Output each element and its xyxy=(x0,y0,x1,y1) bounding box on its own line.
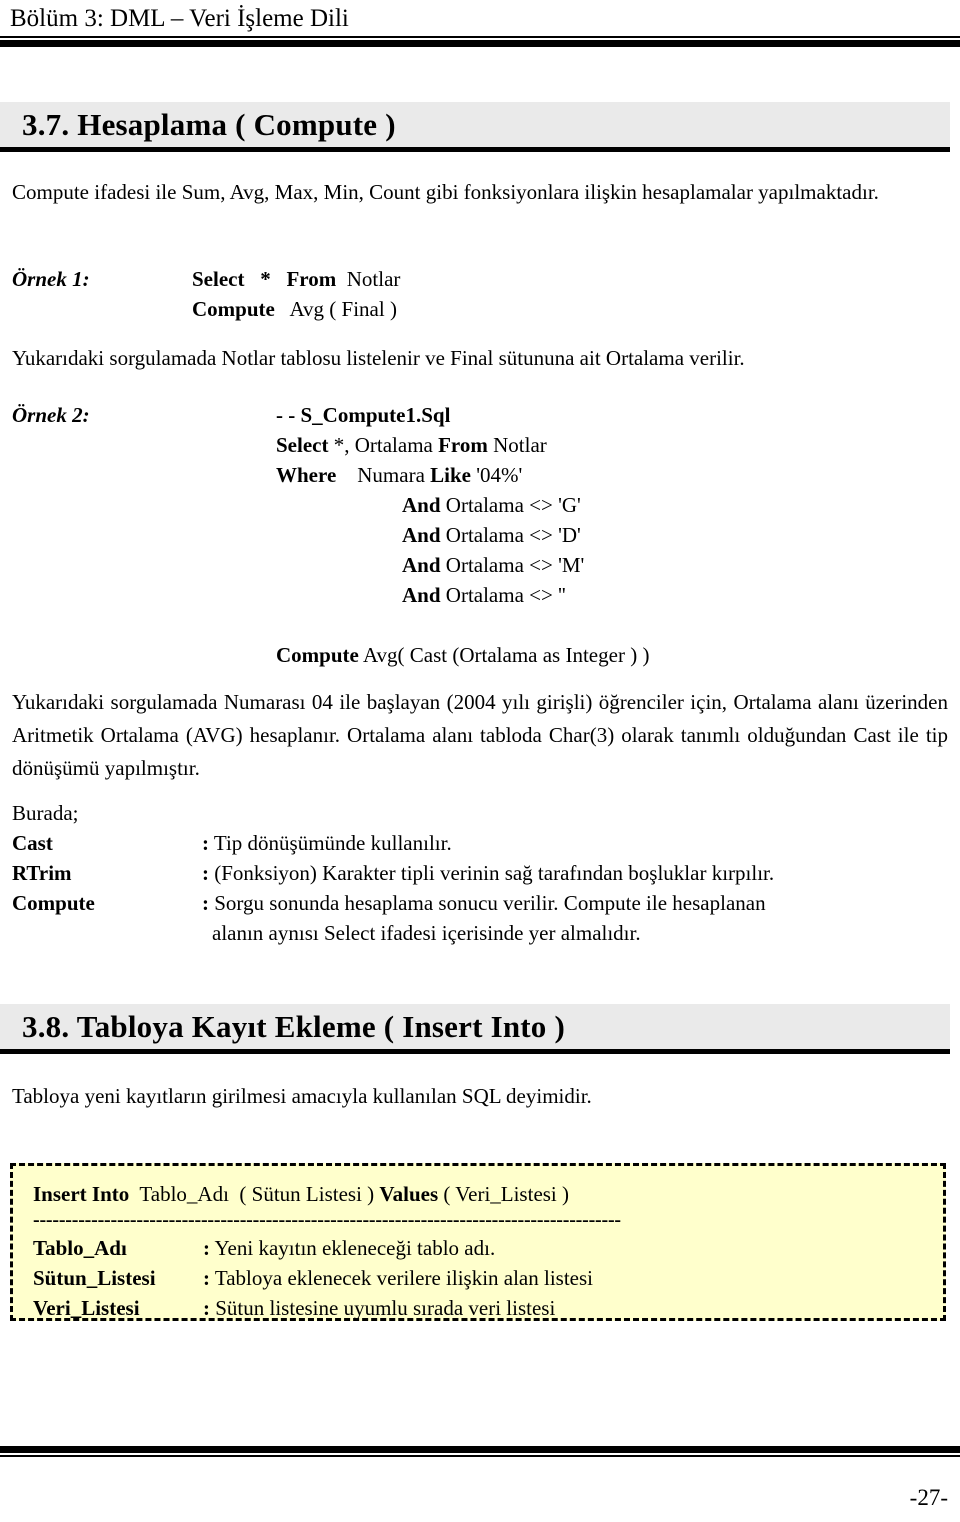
example2-and-line-1: And Ortalama <> 'G' xyxy=(402,490,581,520)
glossary-term-compute: Compute xyxy=(12,891,95,915)
glossary-colon: : xyxy=(202,831,209,855)
example2-and-line-4: And Ortalama <> '' xyxy=(402,580,566,610)
syntax-insert-into-keyword: Insert Into xyxy=(33,1182,130,1206)
syntax-row-tablo-adi: Tablo_Adı: Yeni kayıtın ekleneceği tablo… xyxy=(33,1234,495,1262)
example2-explanation: Yukarıdaki sorgulamada Numarası 04 ile b… xyxy=(12,690,948,780)
example2-where-field: Numara xyxy=(357,463,425,487)
insert-syntax-box: Insert Into Tablo_Adı ( Sütun Listesi ) … xyxy=(10,1163,946,1321)
document-page: Bölüm 3: DML – Veri İşleme Dili 3.7. Hes… xyxy=(0,0,960,1522)
example2-and-expression: Ortalama <> 'D' xyxy=(445,523,581,547)
example1-star: * xyxy=(260,267,271,291)
example1-compute-expression: Avg ( Final ) xyxy=(289,297,397,321)
syntax-values-keyword: Values xyxy=(379,1182,439,1206)
syntax-divider: ----------------------------------------… xyxy=(33,1212,621,1228)
example2-from-table: Notlar xyxy=(493,433,547,457)
example2-and-keyword: And xyxy=(402,583,441,607)
syntax-colon: : xyxy=(203,1236,210,1260)
glossary-row-compute: Compute : Sorgu sonunda hesaplama sonucu… xyxy=(12,888,948,1008)
section-heading-3-8: 3.8. Tabloya Kayıt Ekleme ( Insert Into … xyxy=(0,1004,950,1054)
section-heading-3-7-text: 3.7. Hesaplama ( Compute ) xyxy=(22,107,396,142)
example2-select-keyword: Select xyxy=(276,433,329,457)
example2-like-pattern: '04%' xyxy=(476,463,523,487)
page-header: Bölüm 3: DML – Veri İşleme Dili xyxy=(0,0,960,56)
header-rule-thick xyxy=(0,40,960,47)
page-footer: -27- xyxy=(0,1446,960,1522)
example1-table-name: Notlar xyxy=(346,267,401,291)
example2-and-keyword: And xyxy=(402,553,441,577)
example2-and-expression: Ortalama <> 'M' xyxy=(445,553,585,577)
glossary-colon: : xyxy=(202,891,209,915)
glossary-term-rtrim: RTrim xyxy=(12,861,72,885)
glossary-desc-text: (Fonksiyon) Karakter tipli verinin sağ t… xyxy=(214,861,775,885)
syntax-table-name: Tablo_Adı xyxy=(139,1182,229,1206)
syntax-desc-veri-listesi: Sütun listesine uyumlu sırada veri liste… xyxy=(215,1296,556,1320)
glossary-intro: Burada; xyxy=(12,801,79,825)
example2-like-keyword: Like xyxy=(430,463,471,487)
glossary-desc-rtrim: : (Fonksiyon) Karakter tipli verinin sağ… xyxy=(202,858,774,888)
syntax-term-veri-listesi: Veri_Listesi xyxy=(33,1296,140,1320)
syntax-colon: : xyxy=(203,1266,210,1290)
example2-label: Örnek 2: xyxy=(12,403,90,427)
glossary-desc-compute-line2: alanın aynısı Select ifadesi içerisinde … xyxy=(212,921,641,945)
syntax-desc-tablo-adi: Yeni kayıtın ekleneceği tablo adı. xyxy=(214,1236,496,1260)
example2-compute-keyword: Compute xyxy=(276,643,359,667)
insert-intro-paragraph: Tabloya yeni kayıtların girilmesi amacıy… xyxy=(12,1084,592,1108)
footer-rule xyxy=(0,1446,960,1457)
example2-select-columns: *, Ortalama xyxy=(333,433,433,457)
example2-and-line-3: And Ortalama <> 'M' xyxy=(402,550,584,580)
example2-and-expression: Ortalama <> 'G' xyxy=(445,493,581,517)
example1-label: Örnek 1: xyxy=(12,267,90,291)
example2-where-keyword: Where xyxy=(276,463,337,487)
syntax-value-list: ( Veri_Listesi ) xyxy=(443,1182,570,1206)
glossary-desc-cast: : Tip dönüşümünde kullanılır. xyxy=(202,828,452,858)
footer-rule-thick xyxy=(0,1446,960,1453)
example1-from-keyword: From xyxy=(286,267,337,291)
syntax-column-list: ( Sütun Listesi ) xyxy=(239,1182,375,1206)
example2-and-line-2: And Ortalama <> 'D' xyxy=(402,520,581,550)
section-heading-3-7: 3.7. Hesaplama ( Compute ) xyxy=(0,102,950,152)
example1-compute-keyword: Compute xyxy=(192,297,275,321)
example1-line2: Compute Avg ( Final ) xyxy=(192,294,397,324)
syntax-term-sutun-listesi: Sütun_Listesi xyxy=(33,1266,156,1290)
compute-intro-paragraph: Compute ifadesi ile Sum, Avg, Max, Min, … xyxy=(12,180,879,204)
section-heading-3-8-text: 3.8. Tabloya Kayıt Ekleme ( Insert Into … xyxy=(22,1009,565,1044)
syntax-colon: : xyxy=(203,1296,210,1320)
glossary-colon: : xyxy=(202,861,209,885)
example2-comment-line: - - S_Compute1.Sql xyxy=(276,400,450,430)
example2-and-keyword: And xyxy=(402,523,441,547)
example2-compute-expression: Avg( Cast (Ortalama as Integer ) ) xyxy=(362,643,650,667)
example2-where-line: Where Numara Like '04%' xyxy=(276,460,522,490)
example2-select-line: Select *, Ortalama From Notlar xyxy=(276,430,547,460)
glossary-term-cast: Cast xyxy=(12,831,53,855)
example2-and-expression: Ortalama <> '' xyxy=(445,583,566,607)
page-number: -27- xyxy=(909,1485,948,1510)
header-rule xyxy=(0,36,960,47)
syntax-signature-line: Insert Into Tablo_Adı ( Sütun Listesi ) … xyxy=(33,1180,569,1208)
example2-compute-line: Compute Avg( Cast (Ortalama as Integer )… xyxy=(276,640,649,670)
example1-select-keyword: Select xyxy=(192,267,245,291)
syntax-term-tablo-adi: Tablo_Adı xyxy=(33,1236,127,1260)
glossary-desc-compute: : Sorgu sonunda hesaplama sonucu verilir… xyxy=(202,888,766,918)
example1-explanation: Yukarıdaki sorgulamada Notlar tablosu li… xyxy=(12,346,745,370)
header-title: Bölüm 3: DML – Veri İşleme Dili xyxy=(10,5,349,32)
glossary-desc-text: Sorgu sonunda hesaplama sonucu verilir. … xyxy=(214,891,766,915)
syntax-row-veri-listesi: Veri_Listesi: Sütun listesine uyumlu sır… xyxy=(33,1294,555,1322)
syntax-row-sutun-listesi: Sütun_Listesi: Tabloya eklenecek veriler… xyxy=(33,1264,593,1292)
example2-from-keyword: From xyxy=(438,433,488,457)
footer-rule-thin xyxy=(0,1455,960,1457)
example2-comment: - - S_Compute1.Sql xyxy=(276,403,451,427)
syntax-desc-sutun-listesi: Tabloya eklenecek verilere ilişkin alan … xyxy=(214,1266,594,1290)
glossary-desc-text: Tip dönüşümünde kullanılır. xyxy=(213,831,452,855)
example1-line1: Select * From Notlar xyxy=(192,264,400,294)
example2-and-keyword: And xyxy=(402,493,441,517)
